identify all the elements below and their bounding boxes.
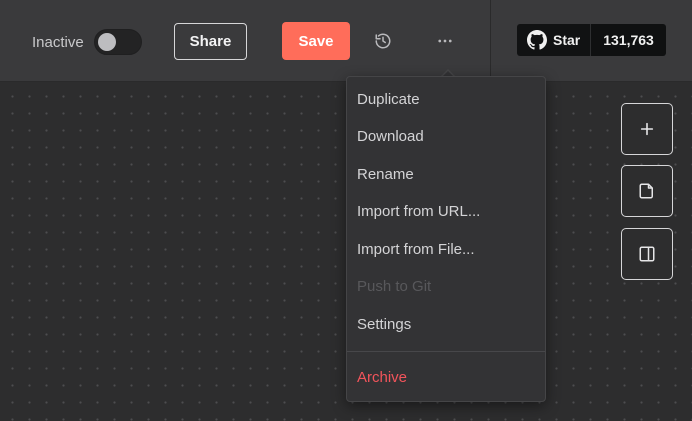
menu-item-archive[interactable]: Archive bbox=[357, 368, 407, 388]
panel-right-icon bbox=[639, 246, 655, 262]
menu-item-push-to-git: Push to Git bbox=[357, 278, 432, 295]
toggle-side-panel-button[interactable] bbox=[621, 228, 673, 280]
toggle-knob bbox=[97, 33, 116, 51]
workflow-options-menu: Duplicate Download Rename Import from UR… bbox=[346, 76, 546, 402]
github-star-count[interactable]: 131,763 bbox=[591, 24, 666, 56]
active-toggle[interactable] bbox=[93, 29, 142, 55]
save-button[interactable]: Save bbox=[282, 22, 350, 60]
active-toggle-group: Inactive bbox=[32, 29, 142, 55]
history-button[interactable] bbox=[370, 28, 396, 54]
github-star-button[interactable]: Star bbox=[517, 24, 592, 56]
menu-divider bbox=[347, 351, 545, 352]
sticky-note-icon bbox=[639, 183, 653, 199]
add-sticky-note-button[interactable] bbox=[621, 165, 673, 217]
add-node-button[interactable] bbox=[621, 103, 673, 155]
github-star-label: Star bbox=[553, 32, 581, 48]
menu-item-duplicate[interactable]: Duplicate bbox=[357, 90, 420, 110]
plus-icon bbox=[640, 122, 654, 136]
menu-item-import-url[interactable]: Import from URL... bbox=[357, 202, 480, 222]
workflow-header: Inactive Share Save Star 131,763 bbox=[0, 0, 692, 82]
github-icon bbox=[527, 30, 547, 50]
share-button[interactable]: Share bbox=[174, 23, 247, 60]
header-divider bbox=[490, 0, 491, 82]
history-icon bbox=[375, 33, 391, 49]
menu-item-rename[interactable]: Rename bbox=[357, 165, 414, 185]
menu-item-download[interactable]: Download bbox=[357, 127, 424, 147]
menu-item-import-file[interactable]: Import from File... bbox=[357, 240, 475, 260]
more-options-button[interactable] bbox=[432, 28, 458, 54]
menu-item-settings[interactable]: Settings bbox=[357, 315, 411, 335]
active-toggle-label: Inactive bbox=[32, 33, 84, 51]
github-star-widget[interactable]: Star 131,763 bbox=[517, 24, 666, 56]
more-horizontal-icon bbox=[438, 39, 452, 43]
